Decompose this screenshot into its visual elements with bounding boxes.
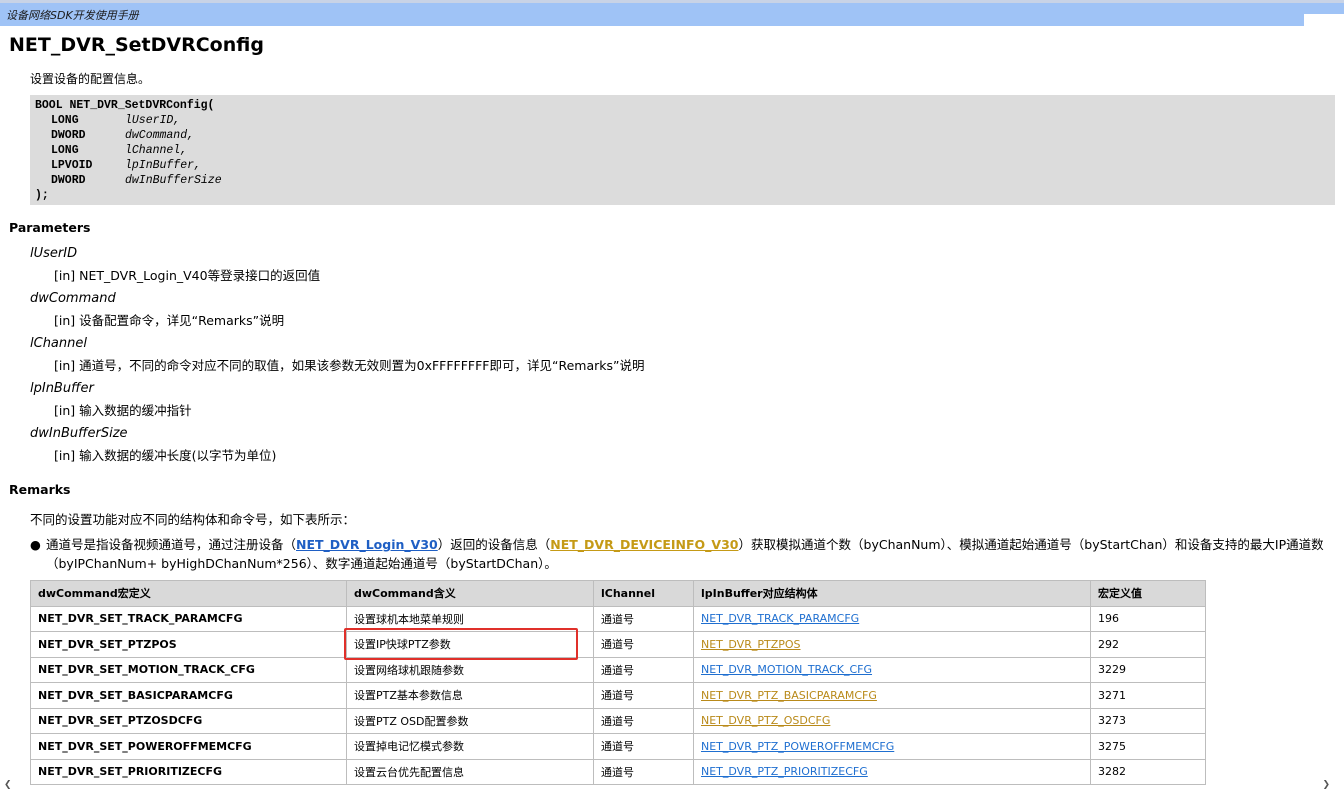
code-param-type: LONG xyxy=(51,144,79,157)
cell-meaning: 设置PTZ基本参数信息 xyxy=(346,682,594,709)
command-table: dwCommand宏定义 dwCommand含义 lChannel lpInBu… xyxy=(30,580,1206,785)
remarks-intro: 不同的设置功能对应不同的结构体和命令号，如下表所示： xyxy=(30,512,356,527)
col-header-value: 宏定义值 xyxy=(1090,580,1206,607)
cell-value: 3271 xyxy=(1090,682,1206,709)
col-header-channel: lChannel xyxy=(593,580,694,607)
cell-struct: NET_DVR_PTZ_PRIORITIZECFG xyxy=(693,758,1091,785)
code-param-name: lChannel, xyxy=(125,144,188,157)
link-net-dvr-login-v30[interactable]: NET_DVR_Login_V30 xyxy=(296,537,438,552)
highlight-box xyxy=(344,628,578,660)
table-row: NET_DVR_SET_PRIORITIZECFG 设置云台优先配置信息 通道号… xyxy=(30,758,1206,785)
param-name-lpinbuffer: lpInBuffer xyxy=(30,381,94,396)
table-row: NET_DVR_SET_PTZOSDCFG 设置PTZ OSD配置参数 通道号 … xyxy=(30,707,1206,734)
bullet-dot-icon: ● xyxy=(30,537,41,552)
param-name-dwcommand: dwCommand xyxy=(30,291,116,306)
doc-header-bar: 设备网络SDK开发使用手册 xyxy=(0,3,1344,26)
col-header-meaning: dwCommand含义 xyxy=(346,580,594,607)
cell-command: NET_DVR_SET_PTZPOS xyxy=(30,631,347,658)
struct-link[interactable]: NET_DVR_MOTION_TRACK_CFG xyxy=(701,663,872,676)
cell-value: 3275 xyxy=(1090,733,1206,760)
table-row: NET_DVR_SET_POWEROFFMEMCFG 设置掉电记忆模式参数 通道… xyxy=(30,733,1206,760)
code-line-signature: BOOL NET_DVR_SetDVRConfig( xyxy=(35,99,215,112)
cell-channel: 通道号 xyxy=(593,682,694,709)
bullet-text-part: 通道号是指设备视频通道号，通过注册设备（ xyxy=(46,537,297,552)
table-row: NET_DVR_SET_TRACK_PARAMCFG 设置球机本地菜单规则 通道… xyxy=(30,605,1206,632)
header-notch xyxy=(1304,14,1344,26)
struct-link[interactable]: NET_DVR_PTZ_POWEROFFMEMCFG xyxy=(701,740,894,753)
cell-value: 3282 xyxy=(1090,758,1206,785)
page-title: NET_DVR_SetDVRConfig xyxy=(9,34,264,56)
cell-channel: 通道号 xyxy=(593,707,694,734)
code-param-type: DWORD xyxy=(51,174,86,187)
struct-link[interactable]: NET_DVR_TRACK_PARAMCFG xyxy=(701,612,859,625)
cell-channel: 通道号 xyxy=(593,631,694,658)
struct-link[interactable]: NET_DVR_PTZ_OSDCFG xyxy=(701,714,830,727)
cell-command: NET_DVR_SET_TRACK_PARAMCFG xyxy=(30,605,347,632)
param-name-lchannel: lChannel xyxy=(30,336,87,351)
code-param-type: LPVOID xyxy=(51,159,93,172)
link-net-dvr-deviceinfo-v30[interactable]: NET_DVR_DEVICEINFO_V30 xyxy=(550,537,738,552)
table-row: NET_DVR_SET_MOTION_TRACK_CFG 设置网络球机跟随参数 … xyxy=(30,656,1206,683)
col-header-struct: lpInBuffer对应结构体 xyxy=(693,580,1091,607)
param-desc-lpinbuffer: [in] 输入数据的缓冲指针 xyxy=(54,403,192,418)
param-name-luserid: lUserID xyxy=(30,246,78,261)
param-desc-luserid: [in] NET_DVR_Login_V40等登录接口的返回值 xyxy=(54,268,321,283)
table-row: NET_DVR_SET_BASICPARAMCFG 设置PTZ基本参数信息 通道… xyxy=(30,682,1206,709)
code-param-name: dwInBufferSize xyxy=(125,174,222,187)
cell-command: NET_DVR_SET_PTZOSDCFG xyxy=(30,707,347,734)
code-param-name: dwCommand, xyxy=(125,129,195,142)
cell-meaning: 设置云台优先配置信息 xyxy=(346,758,594,785)
function-signature-code: BOOL NET_DVR_SetDVRConfig( LONG lUserID,… xyxy=(30,95,1335,205)
table-header-row: dwCommand宏定义 dwCommand含义 lChannel lpInBu… xyxy=(30,580,1206,607)
cell-channel: 通道号 xyxy=(593,758,694,785)
cell-struct: NET_DVR_TRACK_PARAMCFG xyxy=(693,605,1091,632)
param-desc-dwcommand: [in] 设备配置命令，详见“Remarks”说明 xyxy=(54,313,285,328)
code-line-end: ); xyxy=(35,189,49,202)
cell-value: 196 xyxy=(1090,605,1206,632)
struct-link[interactable]: NET_DVR_PTZPOS xyxy=(701,638,801,651)
code-param-name: lpInBuffer, xyxy=(125,159,201,172)
col-header-command: dwCommand宏定义 xyxy=(30,580,347,607)
cell-struct: NET_DVR_MOTION_TRACK_CFG xyxy=(693,656,1091,683)
doc-header-title: 设备网络SDK开发使用手册 xyxy=(6,9,139,22)
page-description: 设置设备的配置信息。 xyxy=(30,72,151,86)
cell-struct: NET_DVR_PTZ_OSDCFG xyxy=(693,707,1091,734)
param-desc-lchannel: [in] 通道号，不同的命令对应不同的取值，如果该参数无效则置为0xFFFFFF… xyxy=(54,358,645,373)
struct-link[interactable]: NET_DVR_PTZ_PRIORITIZECFG xyxy=(701,765,868,778)
param-desc-dwinbuffersize: [in] 输入数据的缓冲长度(以字节为单位) xyxy=(54,448,277,463)
cell-meaning: 设置PTZ OSD配置参数 xyxy=(346,707,594,734)
cell-channel: 通道号 xyxy=(593,656,694,683)
code-param-type: LONG xyxy=(51,114,79,127)
param-name-dwinbuffersize: dwInBufferSize xyxy=(30,426,128,441)
cell-meaning: 设置网络球机跟随参数 xyxy=(346,656,594,683)
cell-command: NET_DVR_SET_PRIORITIZECFG xyxy=(30,758,347,785)
remarks-heading: Remarks xyxy=(9,482,71,497)
code-param-type: DWORD xyxy=(51,129,86,142)
table-row: NET_DVR_SET_PTZPOS 设置IP快球PTZ参数 通道号 NET_D… xyxy=(30,631,1206,658)
cell-value: 292 xyxy=(1090,631,1206,658)
cell-value: 3229 xyxy=(1090,656,1206,683)
bullet-text-part: ）返回的设备信息（ xyxy=(437,537,551,552)
cell-command: NET_DVR_SET_MOTION_TRACK_CFG xyxy=(30,656,347,683)
cell-command: NET_DVR_SET_POWEROFFMEMCFG xyxy=(30,733,347,760)
cell-struct: NET_DVR_PTZPOS xyxy=(693,631,1091,658)
cell-command: NET_DVR_SET_BASICPARAMCFG xyxy=(30,682,347,709)
bullet-text: 通道号是指设备视频通道号，通过注册设备（NET_DVR_Login_V30）返回… xyxy=(46,535,1341,573)
cell-channel: 通道号 xyxy=(593,733,694,760)
scroll-left-arrow-icon[interactable]: ❮ xyxy=(4,780,12,790)
code-param-name: lUserID, xyxy=(125,114,181,127)
struct-link[interactable]: NET_DVR_PTZ_BASICPARAMCFG xyxy=(701,689,877,702)
scroll-right-arrow-icon[interactable]: ❯ xyxy=(1322,780,1330,790)
cell-struct: NET_DVR_PTZ_POWEROFFMEMCFG xyxy=(693,733,1091,760)
cell-struct: NET_DVR_PTZ_BASICPARAMCFG xyxy=(693,682,1091,709)
cell-channel: 通道号 xyxy=(593,605,694,632)
parameters-heading: Parameters xyxy=(9,220,91,235)
cell-value: 3273 xyxy=(1090,707,1206,734)
cell-meaning: 设置掉电记忆模式参数 xyxy=(346,733,594,760)
